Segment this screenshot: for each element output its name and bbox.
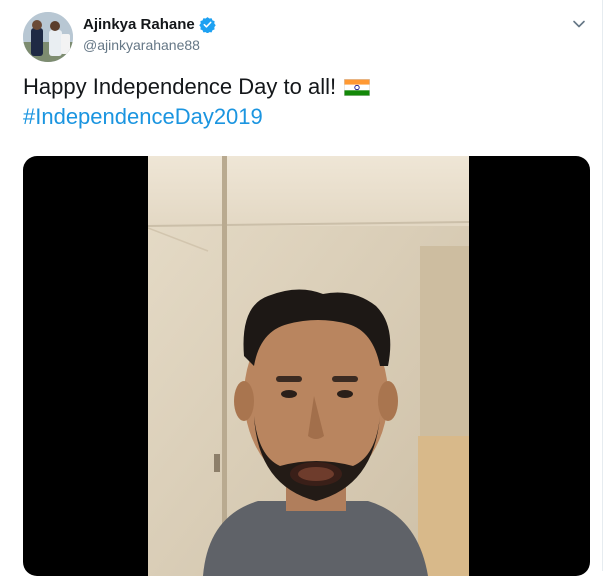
video-thumbnail [148, 156, 469, 576]
verified-badge-icon [199, 16, 216, 33]
hashtag-link[interactable]: #IndependenceDay2019 [23, 104, 263, 130]
tweet-card: Ajinkya Rahane @ajinkyarahane88 Happy In… [0, 0, 603, 576]
author-handle[interactable]: @ajinkyarahane88 [83, 37, 200, 53]
tweet-text: Happy Independence Day to all! [23, 74, 371, 100]
video-player[interactable] [23, 156, 590, 576]
author-name-row[interactable]: Ajinkya Rahane [83, 14, 216, 34]
indian-flag-icon [344, 78, 371, 96]
video-frame [148, 156, 469, 576]
tweet-text-content: Happy Independence Day to all! [23, 74, 337, 99]
avatar[interactable] [23, 12, 73, 62]
chevron-down-icon [573, 20, 585, 28]
display-name[interactable]: Ajinkya Rahane [83, 16, 195, 33]
tweet-menu-button[interactable] [569, 14, 589, 34]
